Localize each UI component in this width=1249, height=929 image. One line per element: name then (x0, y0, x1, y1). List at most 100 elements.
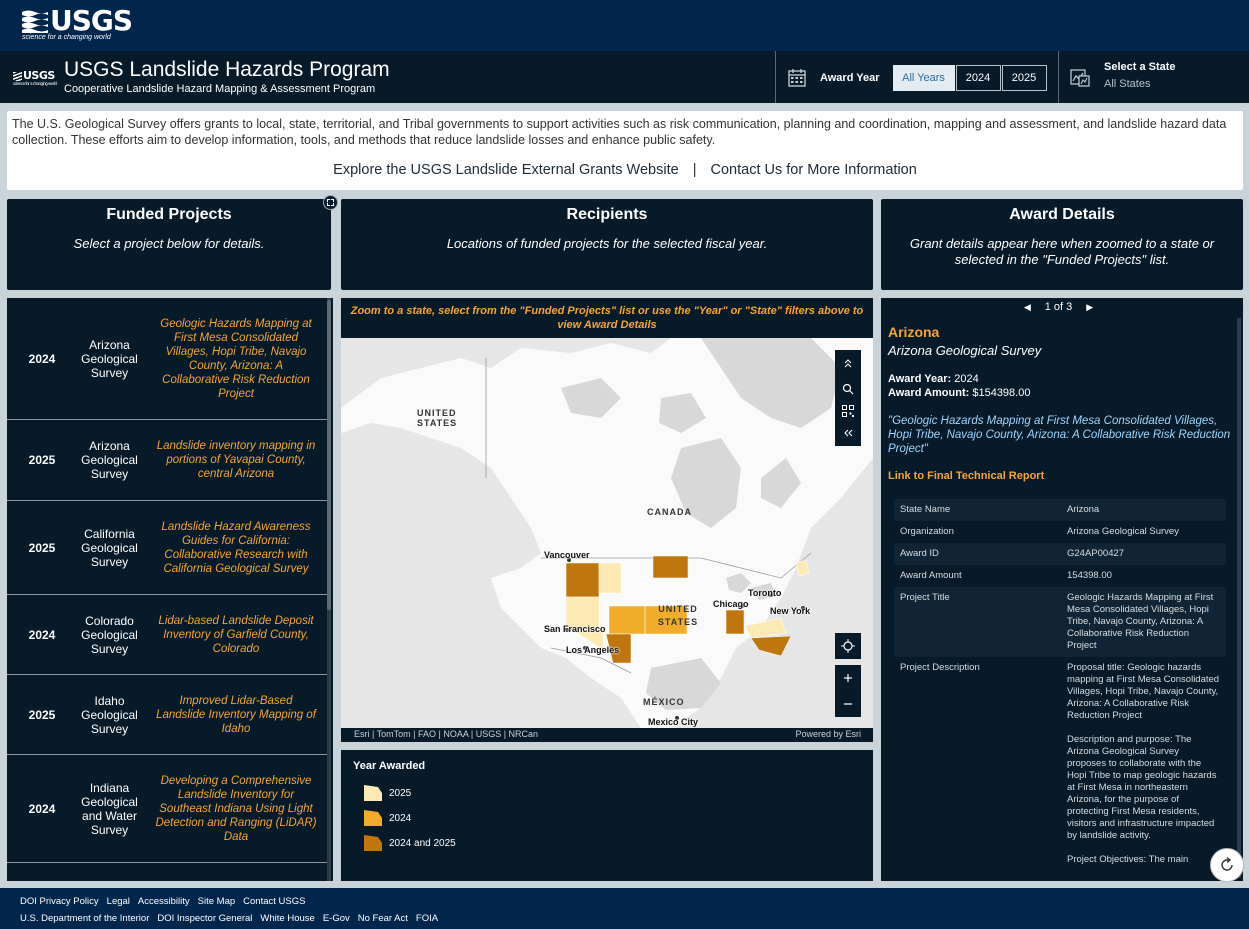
project-year: 2025 (28, 453, 56, 467)
award-details-desc: Grant details appear here when zoomed to… (909, 236, 1215, 267)
feature-pager: ◀ 1 of 3 ▶ (881, 301, 1236, 313)
award-year-value: 2024 (954, 373, 979, 385)
footer-link-egov[interactable]: E-Gov (323, 913, 350, 924)
map-chart-icon (1070, 69, 1090, 87)
city-label: Chicago (713, 599, 749, 609)
project-row[interactable]: 2024 Indiana Geological and Water Survey… (7, 755, 329, 863)
footer-link-doi[interactable]: U.S. Department of the Interior (20, 913, 149, 924)
refresh-icon (1221, 856, 1233, 871)
project-year: 2024 (28, 351, 56, 366)
map-view[interactable] (341, 338, 873, 728)
project-org: Arizona Geological Survey (81, 439, 138, 481)
detail-state: Arizona (888, 324, 940, 340)
legend-swatch (364, 835, 382, 851)
award-details-title: Award Details (1009, 206, 1115, 223)
list-scrollbar-thumb[interactable] (327, 300, 331, 610)
project-row[interactable]: 2025 Arizona Geological Survey Landslide… (7, 420, 329, 501)
city-label: Vancouver (544, 550, 590, 560)
footer-link-inspector[interactable]: DOI Inspector General (157, 913, 252, 924)
map-label-us-alaska: UNITED STATES (417, 408, 458, 428)
header-usgs-logo: USGS science for a changing world (13, 69, 57, 86)
usgs-logo[interactable]: USGS science for a changing world (22, 7, 133, 41)
footer-link-sitemap[interactable]: Site Map (198, 896, 236, 907)
project-title: Lidar-based Landslide Deposit Inventory … (158, 614, 314, 655)
footer-link-privacy[interactable]: DOI Privacy Policy (20, 896, 99, 907)
year-button-all[interactable]: All Years (892, 65, 955, 91)
intro-links: Explore the USGS Landslide External Gran… (7, 162, 1243, 178)
table-value: Arizona (1067, 504, 1100, 515)
table-value: Proposal title: Geologic hazards mapping… (1067, 662, 1220, 865)
footer-link-whitehouse[interactable]: White House (260, 913, 314, 924)
funded-projects-title: Funded Projects (106, 206, 232, 223)
table-row: Project Title Geologic Hazards Mapping at… (894, 587, 1226, 657)
detail-scrollbar[interactable] (1237, 318, 1241, 878)
award-detail-panel: ◀ 1 of 3 ▶ Arizona Arizona Geological Surv… (881, 298, 1243, 881)
table-key: Project Title (900, 592, 950, 603)
final-report-link[interactable]: Link to Final Technical Report (888, 470, 1044, 482)
project-org: California Geological Survey (81, 526, 138, 569)
table-row: State Name Arizona (894, 499, 1226, 521)
refresh-button[interactable] (1210, 848, 1244, 882)
table-value: Geologic Hazards Mapping at First Mesa C… (1067, 592, 1214, 651)
legend-item: 2025 (363, 784, 411, 802)
year-button-2024[interactable]: 2024 (955, 65, 1001, 91)
project-org: Arizona Geological Survey (81, 337, 138, 380)
map-attribution: Esri | TomTom | FAO | NOAA | USGS | NRCa… (341, 728, 873, 742)
table-value: Arizona Geological Survey (1067, 526, 1179, 537)
contact-us-link[interactable]: Contact Us for More Information (711, 162, 917, 178)
award-amount-key: Award Amount: (888, 387, 970, 399)
powered-by-esri[interactable]: Powered by Esri (795, 729, 861, 739)
legend-label: 2025 (389, 787, 412, 799)
project-title: Geologic Hazards Mapping at First Mesa C… (160, 317, 312, 400)
footer-link-nofear[interactable]: No Fear Act (358, 913, 408, 924)
legend-label: 2024 and 2025 (389, 837, 456, 849)
header-divider (775, 51, 776, 103)
footer-row-1: DOI Privacy Policy Legal Accessibility S… (20, 896, 313, 907)
app-subtitle: Cooperative Landslide Hazard Mapping & A… (64, 83, 376, 95)
map-instruction: Zoom to a state, select from the "Funded… (350, 305, 864, 331)
grants-website-link[interactable]: Explore the USGS Landslide External Gran… (333, 162, 679, 178)
state-value: All States (1104, 78, 1151, 90)
detail-award-year: Award Year: 2024 (888, 373, 979, 385)
table-row: Award Amount 154398.00 (894, 565, 1226, 587)
map-label-mexico: MÉXICO (643, 697, 685, 707)
footer-link-accessibility[interactable]: Accessibility (138, 896, 190, 907)
project-title: Landslide inventory mapping in portions … (156, 440, 316, 480)
year-button-2025[interactable]: 2025 (1001, 65, 1047, 91)
expand-panel-button[interactable] (835, 420, 861, 446)
project-row[interactable]: 2025 California Geological Survey Landsl… (7, 501, 329, 595)
small-wave-icon (13, 71, 22, 81)
calendar-icon (788, 69, 806, 87)
city-label: Los Angeles (566, 645, 620, 655)
footer-link-contact[interactable]: Contact USGS (243, 896, 305, 907)
project-row[interactable]: 2024 Arizona Geological Survey Geologic … (7, 298, 329, 420)
pager-text: 1 of 3 (1044, 301, 1073, 313)
recipients-desc: Locations of funded projects for the sel… (446, 236, 768, 251)
next-feature-button[interactable]: ▶ (1086, 302, 1093, 312)
table-row: Project Description Proposal title: Geolo… (894, 657, 1226, 871)
locate-button[interactable] (835, 633, 861, 659)
collapse-tools-button[interactable] (835, 350, 861, 376)
table-key: State Name (900, 504, 951, 515)
prev-feature-button[interactable]: ◀ (1024, 302, 1031, 312)
footer-link-foia[interactable]: FOIA (416, 913, 438, 924)
zoom-out-button[interactable] (835, 691, 861, 717)
search-icon (842, 383, 854, 395)
project-row[interactable]: 2025 Idaho Geological Survey Improved Li… (7, 675, 329, 755)
plus-icon (844, 674, 852, 682)
table-row: Organization Arizona Geological Survey (894, 521, 1226, 543)
detail-attribute-table: State Name Arizona Organization Arizona Ge… (894, 499, 1226, 871)
expand-icon[interactable] (323, 195, 338, 210)
attribution-text[interactable]: Esri | TomTom | FAO | NOAA | USGS | NRCa… (354, 729, 538, 739)
state-selector[interactable]: Select a State All States (1070, 61, 1176, 90)
award-year-filter: Award Year All Years 2024 2025 (788, 65, 1048, 91)
project-row[interactable]: 2024 Colorado Geological Survey Lidar-ba… (7, 595, 329, 675)
legend-label: 2024 (389, 812, 412, 824)
award-amount-value: $154398.00 (972, 387, 1031, 399)
header-divider (1058, 51, 1059, 103)
award-details-header: Award Details Grant details appear here … (881, 199, 1243, 290)
funded-projects-list[interactable]: 2024 Arizona Geological Survey Geologic … (7, 298, 333, 881)
intro-text: The U.S. Geological Survey offers grants… (12, 117, 1227, 147)
footer-link-legal[interactable]: Legal (107, 896, 130, 907)
zoom-in-button[interactable] (835, 665, 861, 691)
